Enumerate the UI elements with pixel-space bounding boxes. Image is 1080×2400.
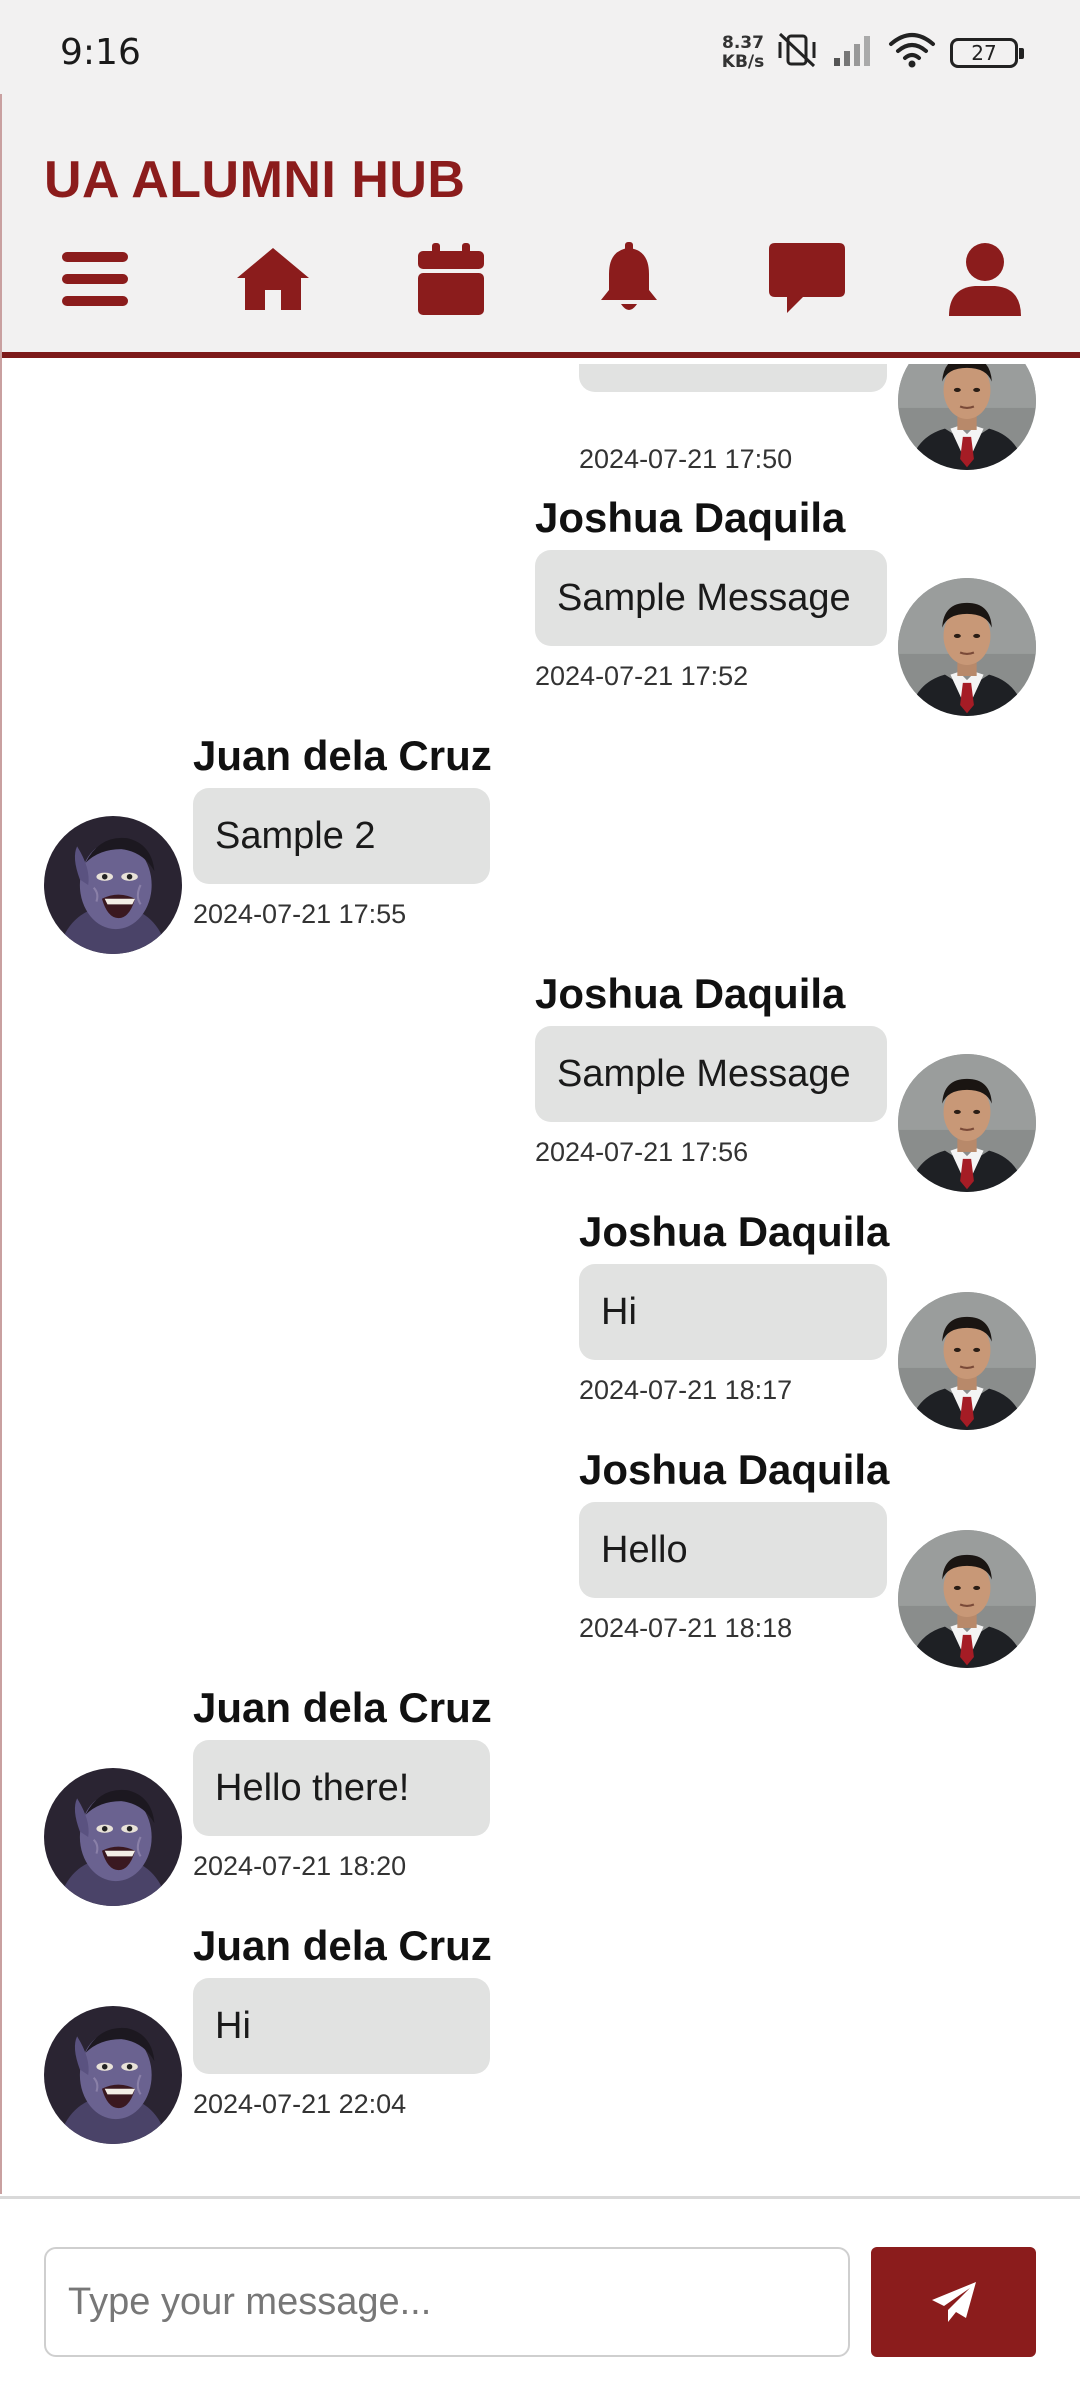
avatar <box>898 1054 1036 1192</box>
message-timestamp: 2024-07-21 22:04 <box>193 2089 407 2119</box>
message-bubble: Sample Message <box>535 550 887 646</box>
message-bubble: Sample Message <box>535 1026 887 1122</box>
message-sender: Juan dela Cruz <box>193 1684 492 1731</box>
message-item: Juan dela Cruz Sample 2 2024-07-21 17:55 <box>0 732 1080 970</box>
menu-button[interactable] <box>50 234 140 324</box>
message-sender: Joshua Daquila <box>579 1446 890 1493</box>
message-sender: Juan dela Cruz <box>193 1922 492 1969</box>
vibrate-off-icon <box>778 32 816 68</box>
network-speed: 8.37 KB/s <box>718 34 768 72</box>
status-time: 9:16 <box>60 32 141 73</box>
avatar <box>898 364 1036 470</box>
message-timestamp: 2024-07-21 18:20 <box>193 1851 407 1881</box>
message-sender: Joshua Daquila <box>535 494 846 541</box>
chat-icon <box>769 243 845 313</box>
message-item: Joshua Daquila Sample Message 2024-07-21… <box>0 970 1080 1208</box>
network-speed-value: 8.37 <box>722 33 764 53</box>
message-timestamp: 2024-07-21 17:55 <box>193 899 407 929</box>
message-bubble <box>579 364 887 392</box>
message-item: 2024-07-21 17:50 <box>0 364 1080 494</box>
message-item: Juan dela Cruz Hi 2024-07-21 22:04 <box>0 1922 1080 2160</box>
avatar <box>898 1530 1036 1668</box>
status-bar: 9:16 8.37 KB/s 27 <box>0 0 1080 94</box>
message-bubble: Hi <box>193 1978 490 2074</box>
calendar-button[interactable] <box>406 234 496 324</box>
send-icon <box>931 2282 976 2322</box>
network-speed-unit: KB/s <box>721 52 765 72</box>
message-item: Juan dela Cruz Hello there! 2024-07-21 1… <box>0 1684 1080 1922</box>
avatar <box>898 1292 1036 1430</box>
home-button[interactable] <box>228 234 318 324</box>
message-composer <box>0 2196 1080 2400</box>
home-icon <box>237 248 309 310</box>
app-header: UA ALUMNI HUB <box>0 94 1080 358</box>
calendar-icon <box>418 243 484 315</box>
avatar <box>44 2006 182 2144</box>
app-title: UA ALUMNI HUB <box>44 151 466 209</box>
avatar <box>898 578 1036 716</box>
message-sender: Joshua Daquila <box>579 1208 890 1255</box>
message-item: Joshua Daquila Hello 2024-07-21 18:18 <box>0 1446 1080 1684</box>
profile-button[interactable] <box>940 234 1030 324</box>
notifications-button[interactable] <box>584 234 674 324</box>
message-sender: Juan dela Cruz <box>193 732 492 779</box>
message-timestamp: 2024-07-21 18:17 <box>579 1375 793 1405</box>
message-bubble: Hi <box>579 1264 887 1360</box>
message-sender: Joshua Daquila <box>535 970 846 1017</box>
user-icon <box>949 243 1021 316</box>
message-bubble: Sample 2 <box>193 788 490 884</box>
message-timestamp: 2024-07-21 17:50 <box>579 444 793 474</box>
message-item: Joshua Daquila Sample Message 2024-07-21… <box>0 494 1080 732</box>
message-list[interactable]: 2024-07-21 17:50 Joshua Daquila Sample M… <box>0 364 1080 2196</box>
signal-icon <box>834 36 870 66</box>
message-timestamp: 2024-07-21 18:18 <box>579 1613 793 1643</box>
message-bubble: Hello <box>579 1502 887 1598</box>
bell-icon <box>601 242 657 310</box>
message-bubble: Hello there! <box>193 1740 490 1836</box>
avatar <box>44 816 182 954</box>
message-input[interactable] <box>44 2247 850 2357</box>
menu-icon <box>62 252 128 306</box>
message-item: Joshua Daquila Hi 2024-07-21 18:17 <box>0 1208 1080 1446</box>
send-button[interactable] <box>871 2247 1036 2357</box>
wifi-icon <box>889 33 935 68</box>
messages-button[interactable] <box>762 234 852 324</box>
message-timestamp: 2024-07-21 17:52 <box>535 661 749 691</box>
avatar <box>44 1768 182 1906</box>
battery-icon: 27 <box>950 38 1024 68</box>
message-timestamp: 2024-07-21 17:56 <box>535 1137 749 1167</box>
